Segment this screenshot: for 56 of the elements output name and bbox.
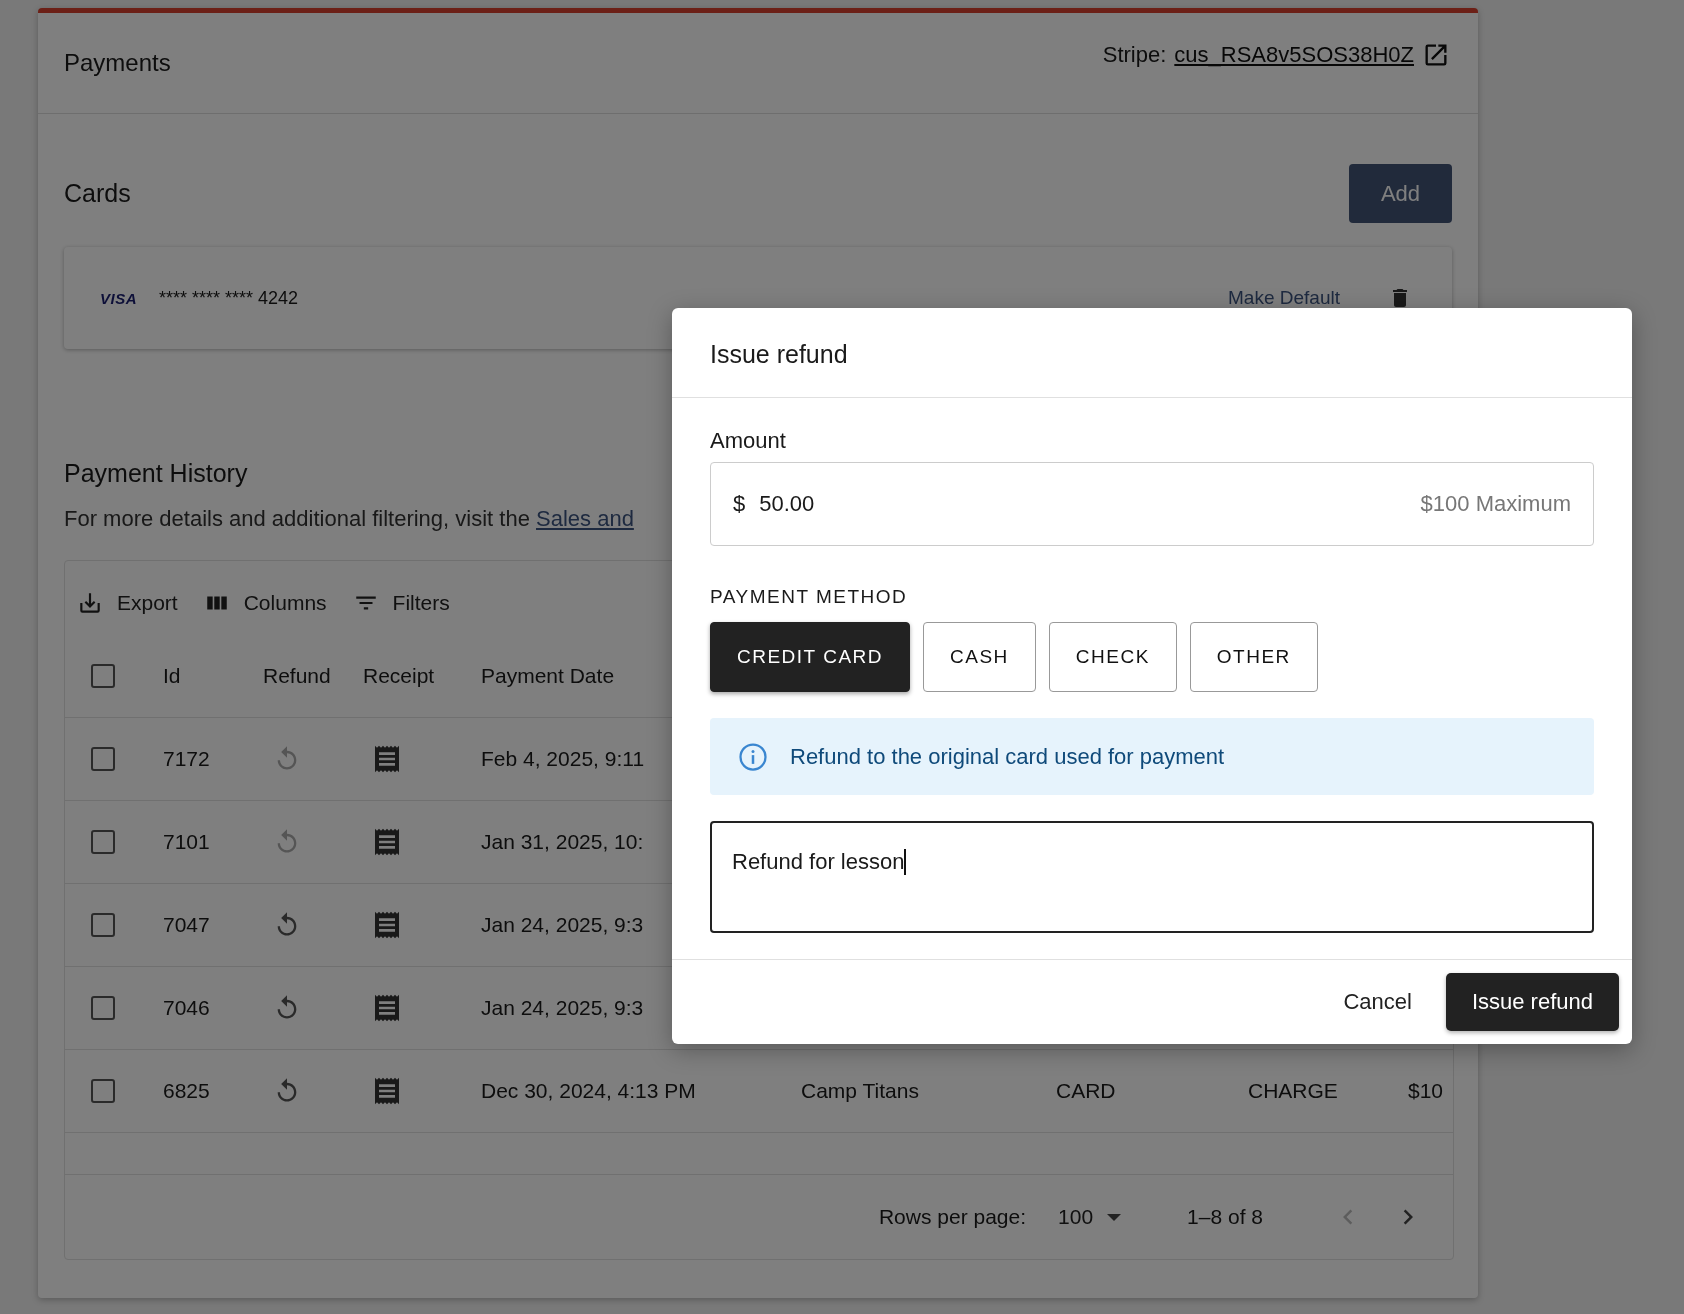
row-checkbox[interactable] [91, 1079, 115, 1103]
table-cell: 7047 [163, 913, 210, 937]
filters-button[interactable]: Filters [352, 590, 450, 616]
table-cell: CARD [1056, 1079, 1116, 1103]
cancel-button[interactable]: Cancel [1337, 988, 1418, 1016]
payment-method-option[interactable]: CHECK [1048, 622, 1177, 692]
card-brand-logo: VISA [100, 289, 137, 307]
row-checkbox[interactable] [91, 913, 115, 937]
table-cell: Jan 24, 2025, 9:3 [481, 996, 644, 1020]
info-icon [738, 741, 768, 772]
export-button[interactable]: Export [77, 590, 178, 616]
card-number: **** **** **** 4242 [159, 287, 299, 309]
column-header[interactable]: Receipt [363, 664, 435, 688]
table-cell: Dec 30, 2024, 4:13 PM [481, 1079, 696, 1103]
row-checkbox[interactable] [91, 830, 115, 854]
issue-refund-button[interactable]: Issue refund [1445, 973, 1619, 1031]
stripe-label: Stripe: [1102, 42, 1167, 68]
description-text: For more details and additional filtering, visit the Sales and [64, 506, 634, 531]
payment-method-label: PAYMENT METHOD [710, 586, 909, 608]
table-cell: Jan 24, 2025, 9:3 [481, 913, 644, 937]
payment-method-option[interactable]: CREDIT CARD [710, 622, 910, 692]
section-title: Payment History [64, 459, 249, 488]
stripe-customer-link[interactable]: cus_RSA8v5SOS38H0Z [1174, 42, 1414, 68]
note-field[interactable]: Refund for lesson [710, 821, 1594, 933]
add-button[interactable]: Add [1349, 164, 1452, 223]
row-checkbox[interactable] [91, 747, 115, 771]
row-checkbox[interactable] [91, 996, 115, 1020]
payment-method-option[interactable]: OTHER [1189, 622, 1318, 692]
panel-title: Payments [64, 49, 171, 77]
section-title: Cards [64, 179, 131, 208]
amount-field[interactable]: $ 50.00 $100 Maximum [710, 462, 1594, 546]
make-default-link[interactable]: Make Default [1228, 287, 1340, 309]
dialog-title: Issue refund [672, 308, 1632, 398]
table-cell: Camp Titans [801, 1079, 919, 1103]
page-range: 1–8 of 8 [1187, 1205, 1263, 1229]
info-text: Refund to the original card used for payment [790, 743, 1225, 770]
amount-label: Amount [710, 428, 787, 454]
table-cell: Jan 31, 2025, 10: [481, 830, 644, 854]
download-icon [77, 590, 103, 616]
column-header[interactable]: Refund [263, 664, 331, 688]
sales-report-link[interactable]: Sales and [536, 506, 634, 531]
rows-per-page-label: Rows per page: [878, 1205, 1027, 1229]
table-cell: $10 [1408, 1079, 1444, 1103]
rows-per-page-select[interactable]: 100 [1052, 1204, 1128, 1230]
table-cell: 7046 [163, 996, 210, 1020]
caret-icon [1107, 1213, 1122, 1221]
column-header[interactable]: Payment Date [481, 664, 615, 688]
table-cell: 7101 [163, 830, 210, 854]
column-header[interactable]: Id [163, 664, 181, 688]
table-cell: Feb 4, 2025, 9:11 [481, 747, 645, 771]
columns-button[interactable]: Columns [203, 590, 327, 616]
table-cell: CHARGE [1248, 1079, 1338, 1103]
table-cell: 6825 [163, 1079, 210, 1103]
table-cell: 7172 [163, 747, 210, 771]
select-all-checkbox[interactable] [91, 664, 115, 688]
payment-method-option[interactable]: CASH [923, 622, 1036, 692]
